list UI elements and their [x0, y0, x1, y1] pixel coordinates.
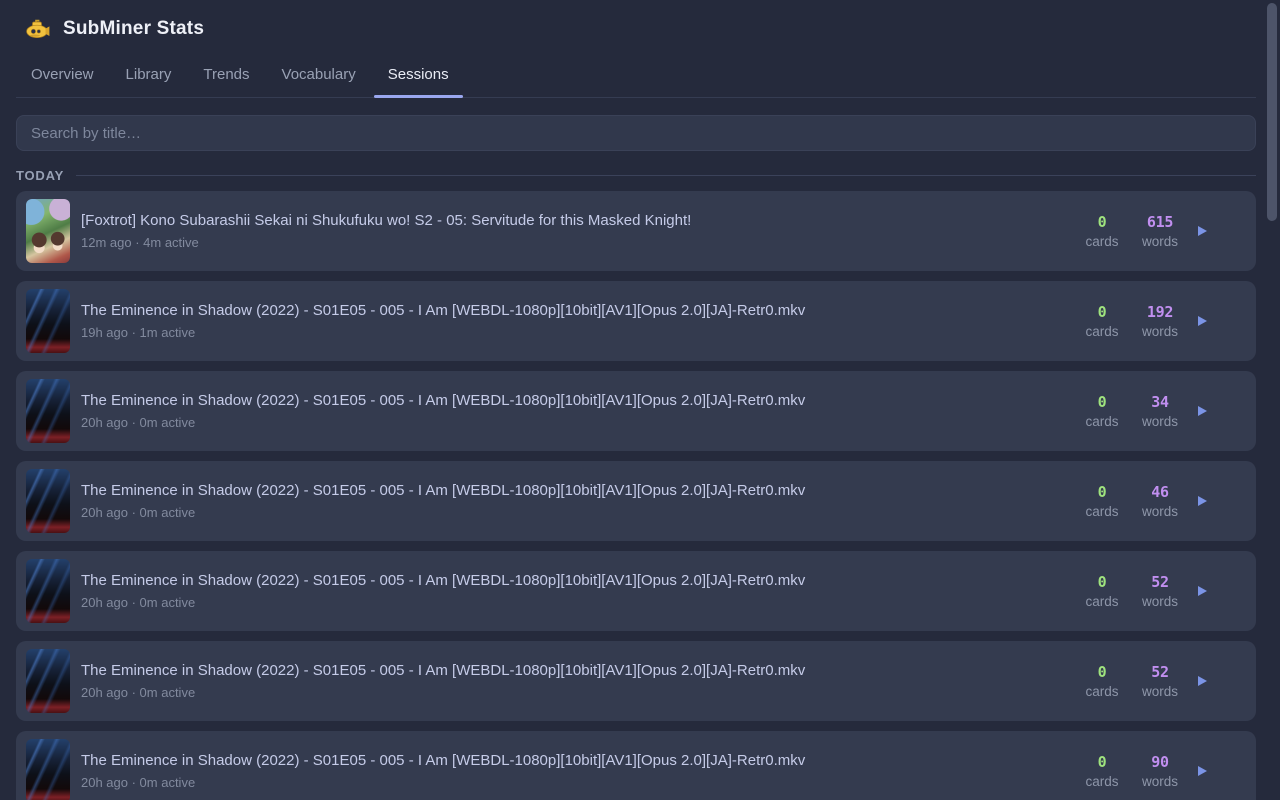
- session-card[interactable]: [Foxtrot] Kono Subarashii Sekai ni Shuku…: [16, 191, 1256, 271]
- cards-count: 0: [1082, 393, 1122, 411]
- session-meta: 12m ago · 4m active: [81, 235, 1066, 250]
- session-card[interactable]: The Eminence in Shadow (2022) - S01E05 -…: [16, 731, 1256, 800]
- session-meta: 19h ago · 1m active: [81, 325, 1066, 340]
- search-input[interactable]: [16, 115, 1256, 151]
- session-stats: 0 cards 46 words: [1082, 483, 1256, 519]
- play-button[interactable]: [1194, 582, 1211, 600]
- cards-count: 0: [1082, 663, 1122, 681]
- session-thumbnail: [26, 379, 70, 443]
- session-thumbnail: [26, 289, 70, 353]
- session-title: The Eminence in Shadow (2022) - S01E05 -…: [81, 752, 1066, 771]
- session-title: The Eminence in Shadow (2022) - S01E05 -…: [81, 662, 1066, 681]
- play-button[interactable]: [1194, 762, 1211, 780]
- words-count: 46: [1140, 483, 1180, 501]
- cards-label: cards: [1082, 504, 1122, 519]
- session-title: [Foxtrot] Kono Subarashii Sekai ni Shuku…: [81, 212, 1066, 231]
- words-count: 52: [1140, 663, 1180, 681]
- section-divider: [76, 175, 1256, 176]
- words-label: words: [1140, 774, 1180, 789]
- cards-count: 0: [1082, 213, 1122, 231]
- page: SubMiner Stats Overview Library Trends V…: [0, 0, 1280, 800]
- session-card[interactable]: The Eminence in Shadow (2022) - S01E05 -…: [16, 371, 1256, 451]
- session-title: The Eminence in Shadow (2022) - S01E05 -…: [81, 572, 1066, 591]
- session-thumbnail: [26, 649, 70, 713]
- session-stats: 0 cards 192 words: [1082, 303, 1256, 339]
- cards-label: cards: [1082, 684, 1122, 699]
- session-card[interactable]: The Eminence in Shadow (2022) - S01E05 -…: [16, 461, 1256, 541]
- play-button[interactable]: [1194, 672, 1211, 690]
- tab-library[interactable]: Library: [112, 58, 186, 97]
- cards-count: 0: [1082, 483, 1122, 501]
- words-count: 90: [1140, 753, 1180, 771]
- session-stats: 0 cards 90 words: [1082, 753, 1256, 789]
- cards-count: 0: [1082, 303, 1122, 321]
- search-bar: [16, 115, 1256, 151]
- tab-vocabulary[interactable]: Vocabulary: [268, 58, 370, 97]
- tab-sessions[interactable]: Sessions: [374, 58, 463, 97]
- submarine-icon: [26, 19, 50, 39]
- words-label: words: [1140, 324, 1180, 339]
- cards-count: 0: [1082, 573, 1122, 591]
- session-meta: 20h ago · 0m active: [81, 415, 1066, 430]
- play-icon: [1198, 766, 1207, 776]
- session-stats: 0 cards 52 words: [1082, 663, 1256, 699]
- session-meta: 20h ago · 0m active: [81, 775, 1066, 790]
- play-icon: [1198, 496, 1207, 506]
- session-title: The Eminence in Shadow (2022) - S01E05 -…: [81, 302, 1066, 321]
- play-button[interactable]: [1194, 222, 1211, 240]
- cards-label: cards: [1082, 774, 1122, 789]
- play-icon: [1198, 226, 1207, 236]
- words-label: words: [1140, 414, 1180, 429]
- tab-overview[interactable]: Overview: [17, 58, 108, 97]
- play-icon: [1198, 316, 1207, 326]
- session-list: [Foxtrot] Kono Subarashii Sekai ni Shuku…: [16, 191, 1256, 800]
- cards-label: cards: [1082, 324, 1122, 339]
- words-label: words: [1140, 594, 1180, 609]
- cards-label: cards: [1082, 234, 1122, 249]
- section-label: TODAY: [16, 168, 64, 183]
- session-card[interactable]: The Eminence in Shadow (2022) - S01E05 -…: [16, 641, 1256, 721]
- play-button[interactable]: [1194, 402, 1211, 420]
- scrollbar[interactable]: [1267, 3, 1277, 221]
- tab-trends[interactable]: Trends: [189, 58, 263, 97]
- words-label: words: [1140, 684, 1180, 699]
- session-title: The Eminence in Shadow (2022) - S01E05 -…: [81, 482, 1066, 501]
- tab-bar: Overview Library Trends Vocabulary Sessi…: [16, 58, 1256, 98]
- session-card[interactable]: The Eminence in Shadow (2022) - S01E05 -…: [16, 551, 1256, 631]
- words-count: 615: [1140, 213, 1180, 231]
- session-thumbnail: [26, 739, 70, 800]
- session-meta: 20h ago · 0m active: [81, 685, 1066, 700]
- play-icon: [1198, 676, 1207, 686]
- words-count: 192: [1140, 303, 1180, 321]
- words-label: words: [1140, 504, 1180, 519]
- session-thumbnail: [26, 469, 70, 533]
- play-icon: [1198, 586, 1207, 596]
- play-button[interactable]: [1194, 492, 1211, 510]
- session-meta: 20h ago · 0m active: [81, 595, 1066, 610]
- cards-count: 0: [1082, 753, 1122, 771]
- session-thumbnail: [26, 559, 70, 623]
- app-header: SubMiner Stats: [16, 0, 1256, 52]
- app-title: SubMiner Stats: [63, 18, 204, 40]
- words-count: 52: [1140, 573, 1180, 591]
- section-heading: TODAY: [16, 168, 1256, 182]
- words-count: 34: [1140, 393, 1180, 411]
- session-stats: 0 cards 615 words: [1082, 213, 1256, 249]
- session-title: The Eminence in Shadow (2022) - S01E05 -…: [81, 392, 1066, 411]
- words-label: words: [1140, 234, 1180, 249]
- session-stats: 0 cards 34 words: [1082, 393, 1256, 429]
- cards-label: cards: [1082, 594, 1122, 609]
- session-stats: 0 cards 52 words: [1082, 573, 1256, 609]
- cards-label: cards: [1082, 414, 1122, 429]
- play-button[interactable]: [1194, 312, 1211, 330]
- session-card[interactable]: The Eminence in Shadow (2022) - S01E05 -…: [16, 281, 1256, 361]
- session-meta: 20h ago · 0m active: [81, 505, 1066, 520]
- session-thumbnail: [26, 199, 70, 263]
- play-icon: [1198, 406, 1207, 416]
